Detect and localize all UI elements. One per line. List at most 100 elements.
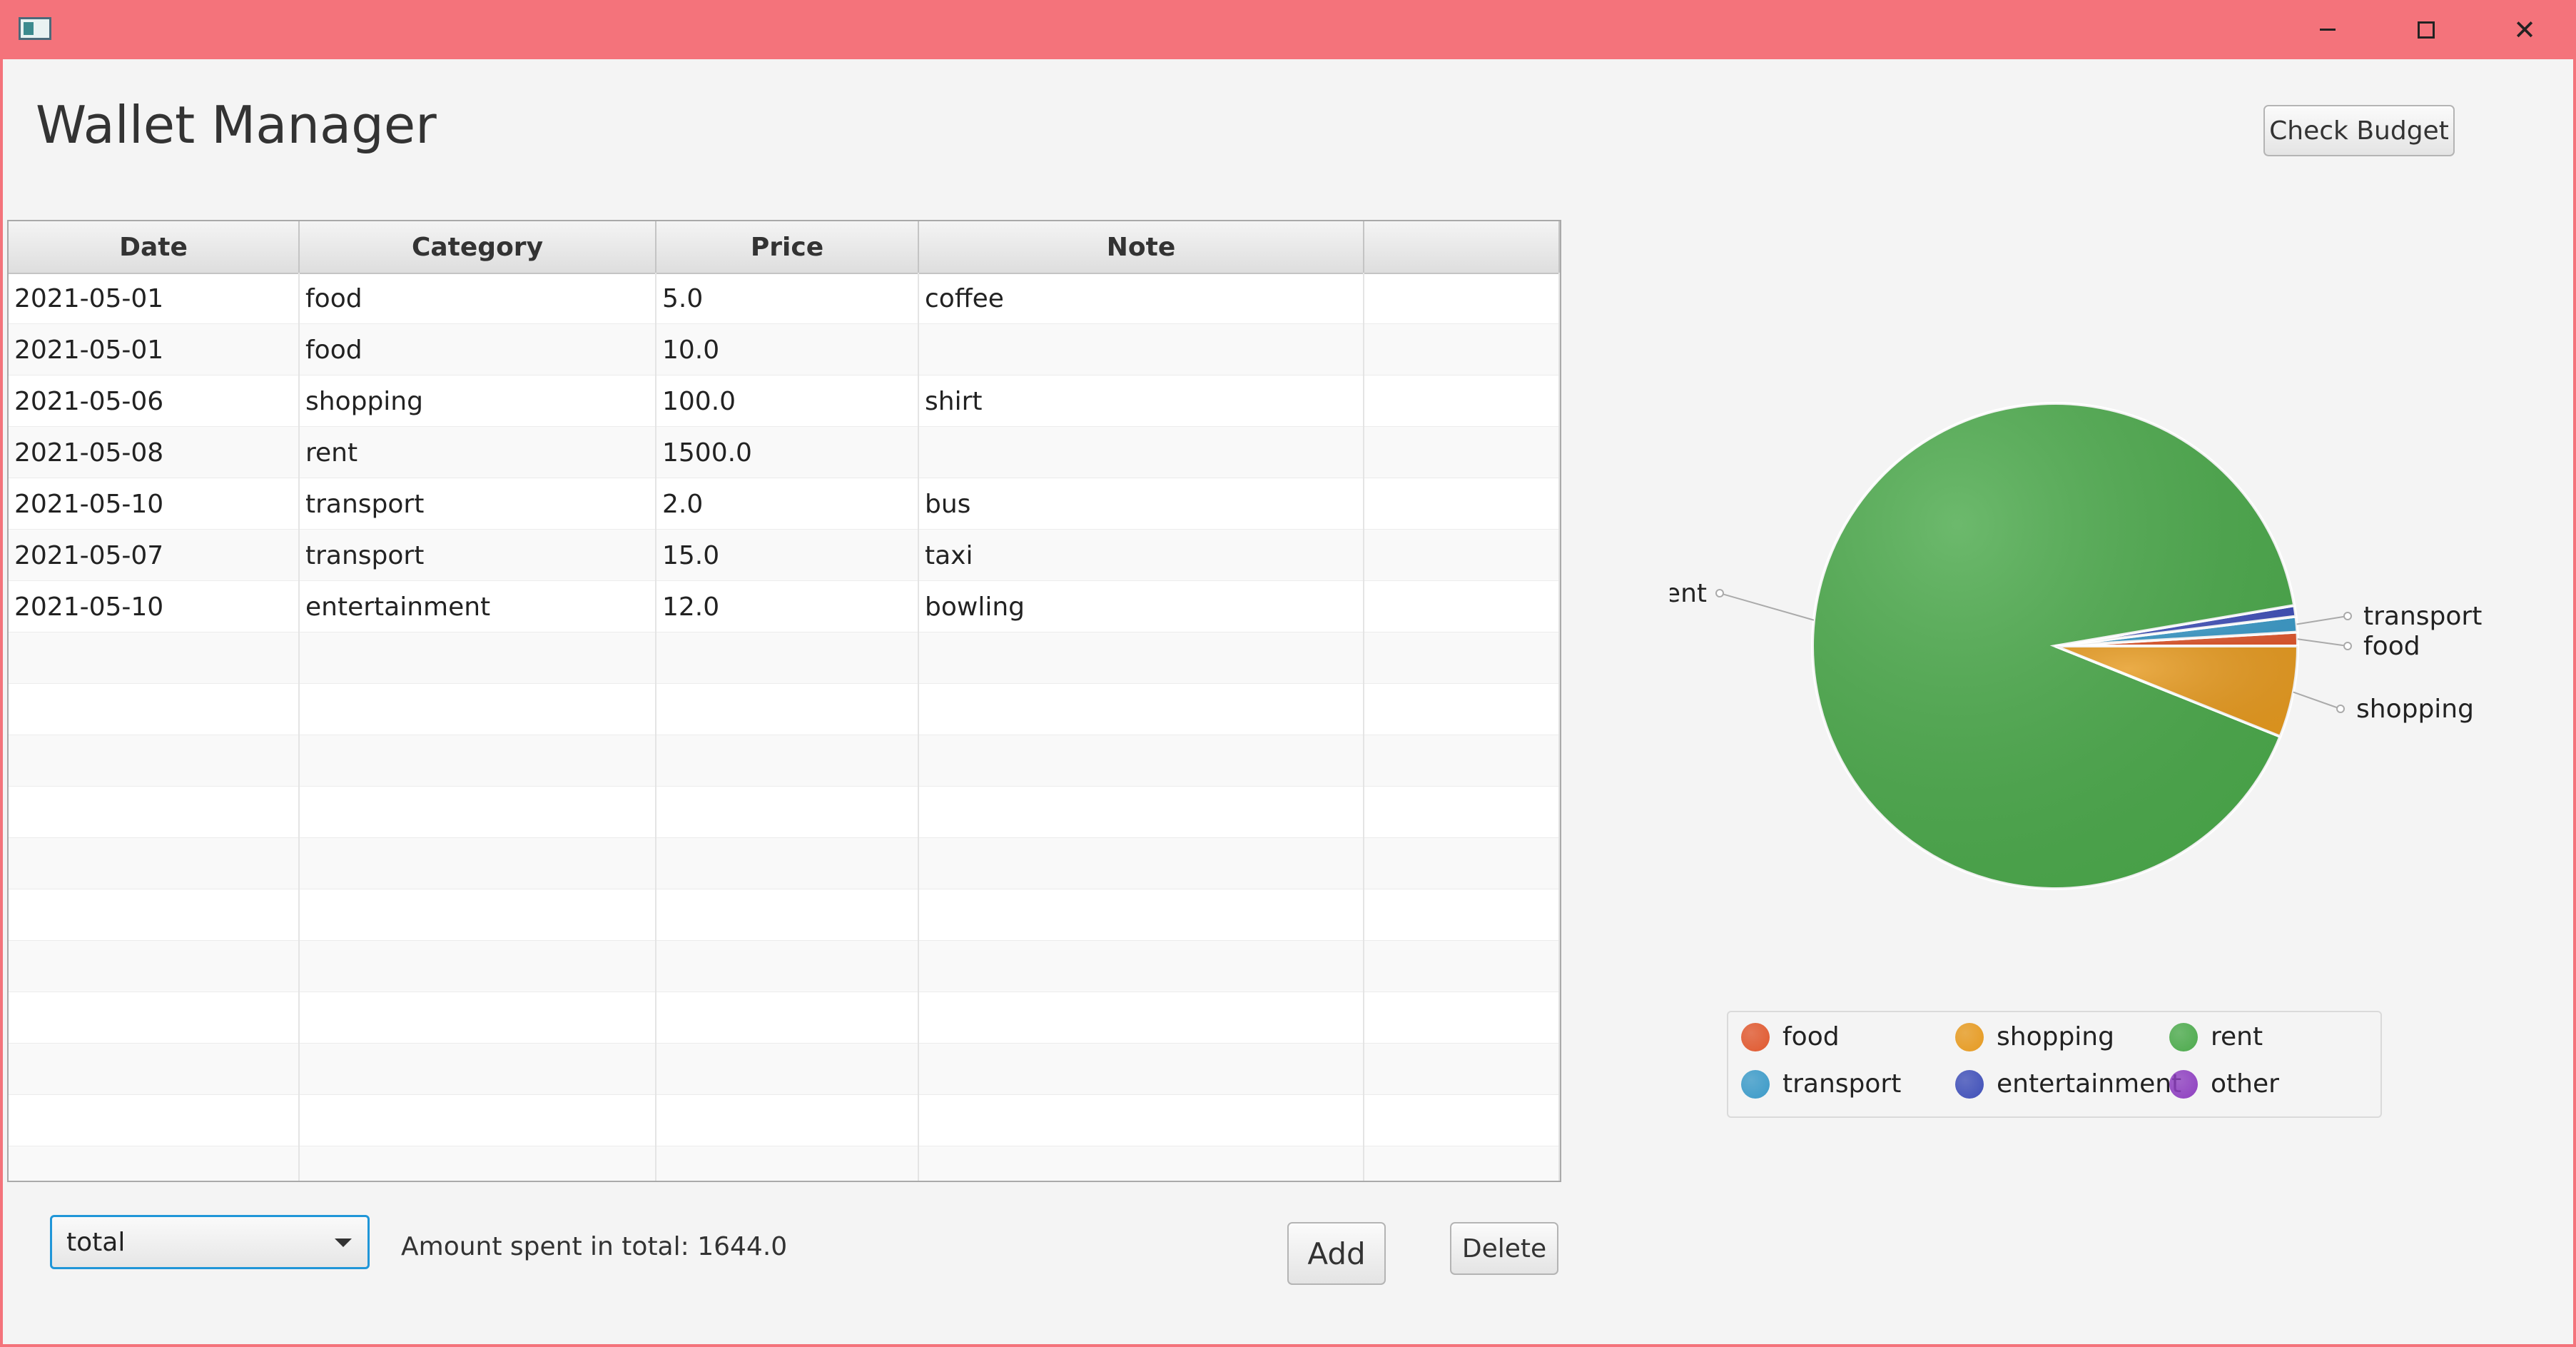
cell-note: taxi [919,530,1364,581]
legend-swatch-rent [2169,1022,2198,1051]
table-cell-empty [9,941,300,992]
cell-price: 2.0 [656,478,919,530]
table-row[interactable]: 2021-05-01 food 5.0 coffee [9,273,1560,324]
table-row-empty [9,1095,1560,1146]
table-cell-empty [1364,632,1560,684]
pie-label-transport: transport [2363,602,2482,631]
table-cell-empty [919,1146,1364,1181]
table-row-empty [9,889,1560,941]
legend-swatch-entertainment [1955,1069,1984,1099]
add-button[interactable]: Add [1287,1222,1386,1285]
table-row-empty [9,838,1560,889]
table-cell-empty [9,684,300,735]
table-cell-empty [656,838,919,889]
column-header-note[interactable]: Note [919,221,1364,273]
table-cell-empty [1364,1095,1560,1146]
table-row[interactable]: 2021-05-08 rent 1500.0 [9,427,1560,478]
table-cell-empty [9,1146,300,1181]
table-row-empty [9,941,1560,992]
table-cell-empty [919,1095,1364,1146]
column-header-category[interactable]: Category [300,221,656,273]
table-cell-empty [300,1044,656,1095]
table-cell-empty [9,1095,300,1146]
cell-note: bowling [919,581,1364,632]
minimize-icon[interactable] [2278,0,2377,59]
table-cell-empty [300,941,656,992]
app-window-icon [19,17,51,40]
table-cell-empty [300,684,656,735]
table-cell-empty [656,889,919,941]
maximize-icon[interactable] [2377,0,2475,59]
cell-price: 100.0 [656,375,919,427]
close-icon[interactable]: ✕ [2475,0,2574,59]
cell-category: food [300,324,656,375]
table-cell-empty [656,941,919,992]
table-cell-empty [9,992,300,1044]
cell-category: transport [300,478,656,530]
table-body: 2021-05-01 food 5.0 coffee 2021-05-01 food 10.… [9,273,1560,1181]
column-header-filler [1364,221,1560,273]
table-cell-empty [656,1146,919,1181]
pie-label-rent: rent [1670,579,1707,608]
table-row[interactable]: 2021-05-10 transport 2.0 bus [9,478,1560,530]
table-cell-empty [919,1044,1364,1095]
cell-price: 12.0 [656,581,919,632]
chevron-down-icon [335,1238,352,1247]
table-cell-empty [1364,735,1560,787]
legend-swatch-food [1741,1022,1770,1051]
cell-filler [1364,530,1560,581]
table-cell-empty [1364,1044,1560,1095]
chart-legend: food shopping rent transport entertainment ot… [1727,1011,2382,1118]
cell-filler [1364,581,1560,632]
table-cell-empty [656,1095,919,1146]
table-cell-empty [919,889,1364,941]
legend-label: entertainment [1997,1069,2182,1099]
legend-item-other: other [2169,1069,2279,1099]
cell-date: 2021-05-01 [9,324,300,375]
pie-label-marker-rent [1715,589,1724,597]
table-cell-empty [300,632,656,684]
table-cell-empty [1364,1146,1560,1181]
cell-category: shopping [300,375,656,427]
cell-filler [1364,324,1560,375]
table-cell-empty [9,632,300,684]
check-budget-button[interactable]: Check Budget [2263,105,2455,156]
table-cell-empty [300,1095,656,1146]
table-row-empty [9,992,1560,1044]
legend-item-transport: transport [1741,1069,1901,1099]
table-row-empty [9,1044,1560,1095]
cell-category: transport [300,530,656,581]
table-cell-empty [300,838,656,889]
table-cell-empty [656,992,919,1044]
legend-item-food: food [1741,1022,1840,1051]
table-row[interactable]: 2021-05-06 shopping 100.0 shirt [9,375,1560,427]
cell-category: food [300,273,656,324]
table-row-empty [9,684,1560,735]
table-cell-empty [300,735,656,787]
table-cell-empty [300,992,656,1044]
table-row[interactable]: 2021-05-07 transport 15.0 taxi [9,530,1560,581]
column-header-date[interactable]: Date [9,221,300,273]
table-row-empty [9,787,1560,838]
delete-button[interactable]: Delete [1450,1222,1558,1275]
table-cell-empty [9,838,300,889]
table-cell-empty [9,735,300,787]
table-cell-empty [656,787,919,838]
table-cell-empty [1364,992,1560,1044]
table-row[interactable]: 2021-05-01 food 10.0 [9,324,1560,375]
table-row-empty [9,735,1560,787]
table-cell-empty [919,787,1364,838]
table-cell-empty [1364,787,1560,838]
table-cell-empty [919,632,1364,684]
category-filter-select[interactable]: total [50,1215,370,1269]
table-row[interactable]: 2021-05-10 entertainment 12.0 bowling [9,581,1560,632]
amount-spent-text: Amount spent in total: 1644.0 [401,1232,788,1261]
cell-price: 1500.0 [656,427,919,478]
pie-label-marker-food [2343,642,2352,650]
column-header-price[interactable]: Price [656,221,919,273]
cell-note [919,324,1364,375]
table-cell-empty [919,992,1364,1044]
table-row-empty [9,632,1560,684]
cell-date: 2021-05-07 [9,530,300,581]
cell-filler [1364,427,1560,478]
